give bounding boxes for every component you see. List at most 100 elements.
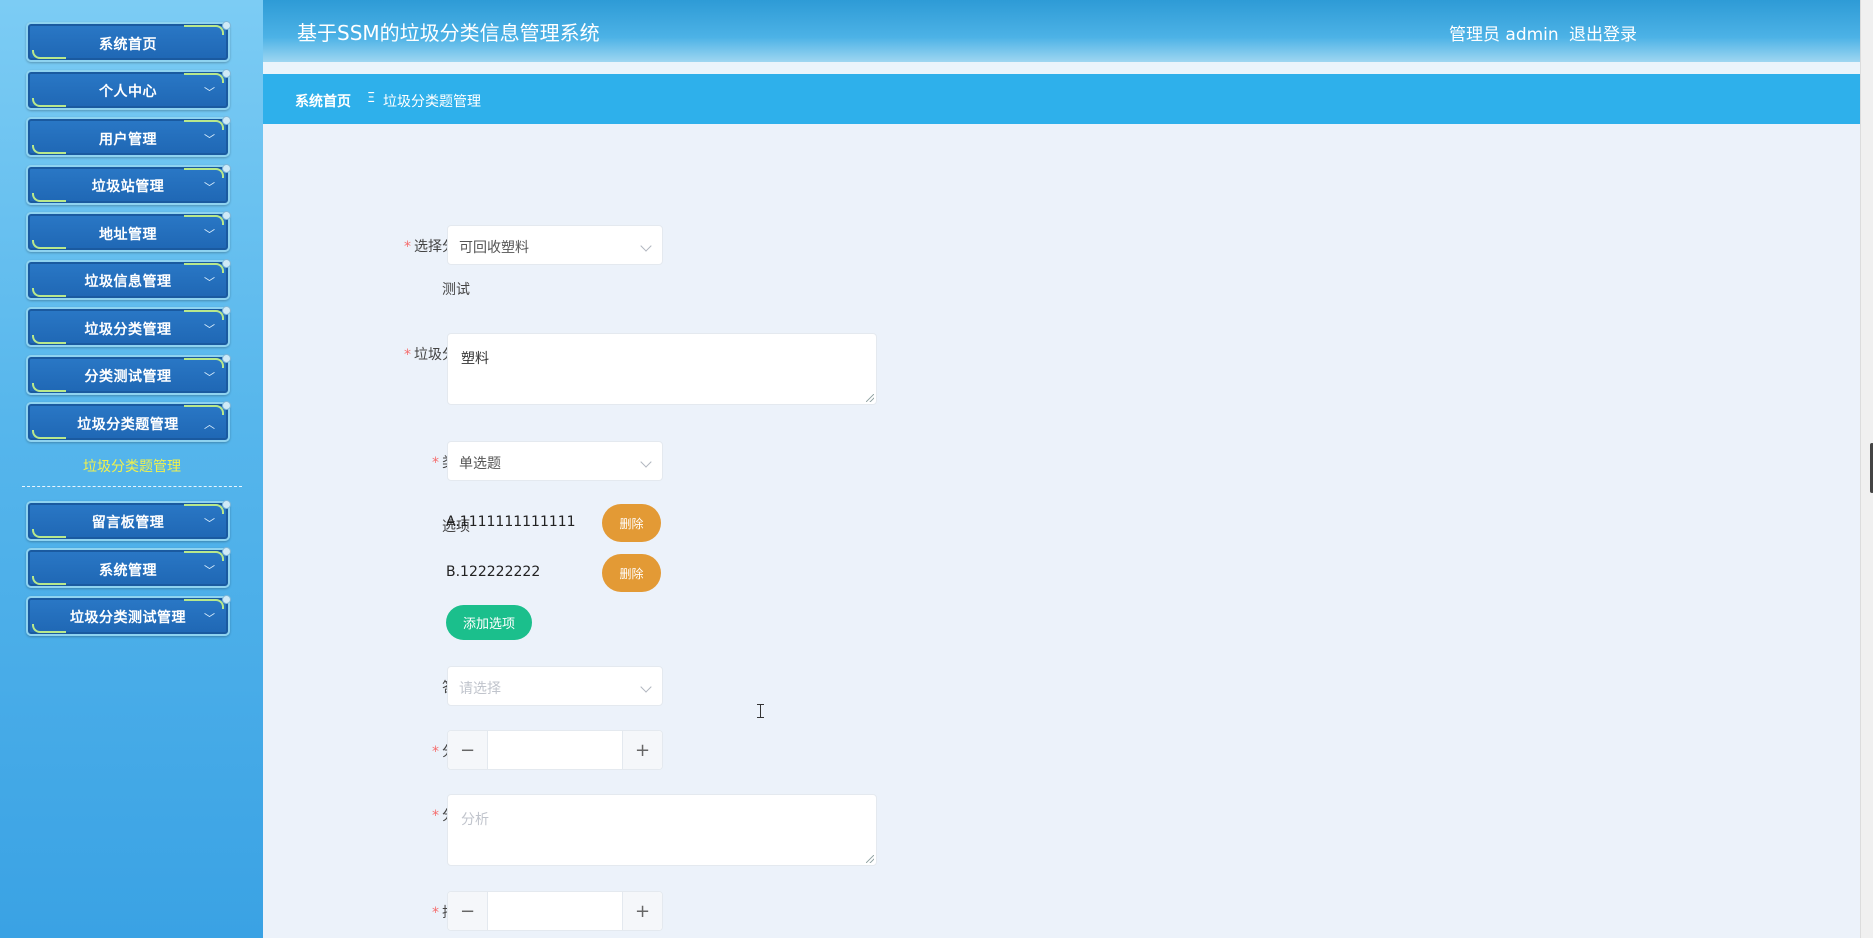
type-select[interactable]: 单选题 (447, 441, 663, 481)
sidebar-item-home[interactable]: 系统首页 (26, 21, 231, 62)
category-label-line2: 测试 (442, 282, 470, 298)
logout-link[interactable]: 退出登录 (1569, 20, 1637, 45)
sidebar-item-categories[interactable]: ﹀ 垃圾分类管理 (26, 306, 231, 347)
sidebar-item-label: 垃圾分类管理 (84, 321, 172, 338)
required-mark: * (432, 905, 439, 921)
chevron-down-icon: ﹀ (204, 133, 215, 146)
chevron-down-icon: ﹀ (204, 564, 215, 577)
text-cursor-icon (757, 704, 768, 718)
ornament-icon (32, 430, 66, 439)
ornament-icon (184, 262, 224, 273)
ornament-icon (184, 503, 224, 514)
sidebar-item-questions[interactable]: ︿ 垃圾分类题管理 (26, 401, 231, 442)
ornament-icon (184, 405, 224, 415)
order-input[interactable] (489, 892, 621, 930)
sidebar-menu: 系统首页 ﹀ 个人中心 ﹀ 用户管理 ﹀ 垃圾站管理 ﹀ 地址管理 ﹀ 垃圾信息管理 ﹀ 垃… (22, 21, 242, 643)
user-label: 管理员 admin (1449, 25, 1559, 45)
chevron-down-icon: ﹀ (204, 516, 215, 530)
ornament-icon (32, 50, 66, 59)
chevron-down-icon (640, 240, 652, 252)
score-increment-button[interactable]: + (622, 731, 662, 769)
score-decrement-button[interactable]: − (448, 731, 488, 769)
required-mark: * (432, 808, 439, 824)
breadcrumb: 系统首页 Ξ 垃圾分类题管理 (263, 74, 1860, 124)
sidebar: 系统首页 ﹀ 个人中心 ﹀ 用户管理 ﹀ 垃圾站管理 ﹀ 地址管理 ﹀ 垃圾信息管理 ﹀ 垃… (0, 0, 263, 938)
ornament-dot-icon (222, 306, 231, 315)
breadcrumb-current: 垃圾分类题管理 (383, 94, 481, 110)
ornament-dot-icon (222, 116, 231, 125)
resize-handle-icon[interactable] (866, 394, 874, 402)
sidebar-item-tests[interactable]: ﹀ 分类测试管理 (26, 353, 231, 395)
ornament-icon (32, 97, 66, 107)
breadcrumb-home-link[interactable]: 系统首页 (295, 91, 351, 111)
sidebar-item-addresses[interactable]: ﹀ 地址管理 (26, 211, 231, 252)
answer-select[interactable]: 请选择 (447, 666, 663, 706)
ornament-dot-icon (222, 547, 231, 556)
ornament-icon (32, 192, 66, 202)
sidebar-item-label: 个人中心 (99, 84, 157, 100)
sidebar-item-label: 分类测试管理 (84, 369, 172, 385)
sidebar-item-test-management[interactable]: ﹀ 垃圾分类测试管理 (26, 594, 231, 636)
ornament-icon (32, 287, 66, 297)
sidebar-item-label: 垃圾站管理 (91, 179, 165, 195)
score-input[interactable] (489, 731, 621, 769)
delete-option-button[interactable]: 删除 (602, 504, 661, 542)
chevron-down-icon: ﹀ (204, 323, 215, 336)
option-text: A.1111111111111 (446, 514, 576, 530)
sidebar-item-users[interactable]: ﹀ 用户管理 (26, 116, 231, 157)
sidebar-item-label: 系统首页 (99, 36, 157, 53)
sidebar-item-system[interactable]: ﹀ 系统管理 (26, 547, 231, 588)
ornament-icon (184, 551, 224, 561)
ornament-dot-icon (222, 499, 231, 509)
ornament-dot-icon (222, 68, 231, 78)
ornament-icon (32, 240, 66, 249)
chevron-down-icon: ﹀ (204, 180, 215, 194)
breadcrumb-separator-icon: Ξ (367, 91, 376, 106)
sidebar-item-label: 垃圾分类测试管理 (70, 610, 186, 626)
sidebar-item-profile[interactable]: ﹀ 个人中心 (26, 68, 231, 110)
sidebar-submenu: 垃圾分类题管理 (22, 450, 242, 487)
resize-handle-icon[interactable] (866, 855, 874, 863)
delete-option-button[interactable]: 删除 (602, 554, 661, 592)
option-text: B.122222222 (446, 564, 541, 580)
order-increment-button[interactable]: + (622, 892, 662, 930)
sidebar-subitem-questions[interactable]: 垃圾分类题管理 (83, 459, 181, 475)
ornament-icon (184, 598, 224, 609)
required-mark: * (432, 455, 439, 471)
ornament-icon (32, 623, 66, 633)
ornament-icon (184, 357, 224, 368)
order-decrement-button[interactable]: − (448, 892, 488, 930)
header-divider (263, 62, 1860, 74)
question-form: *选择分类 测试 可回收塑料 *垃圾分类 题 塑料 *类型 单选题 选项 A.1… (263, 124, 1860, 938)
ornament-dot-icon (222, 594, 231, 604)
page-scrollbar[interactable] (1860, 0, 1873, 938)
type-select-value: 单选题 (459, 456, 501, 472)
question-textarea[interactable]: 塑料 (447, 333, 877, 405)
analysis-textarea[interactable]: 分析 (447, 794, 877, 866)
ornament-dot-icon (222, 21, 231, 30)
chevron-down-icon (640, 456, 652, 468)
ornament-icon (32, 528, 66, 538)
chevron-up-icon: ︿ (204, 418, 215, 431)
top-header: 基于SSM的垃圾分类信息管理系统 管理员 admin 退出登录 (263, 0, 1860, 62)
ornament-icon (32, 335, 66, 344)
sidebar-item-garbage-info[interactable]: ﹀ 垃圾信息管理 (26, 258, 231, 300)
add-option-button[interactable]: 添加选项 (446, 605, 532, 640)
chevron-down-icon: ﹀ (204, 370, 215, 384)
ornament-icon (32, 145, 66, 154)
analysis-textarea-placeholder: 分析 (461, 812, 489, 828)
sidebar-item-stations[interactable]: ﹀ 垃圾站管理 (26, 163, 231, 205)
category-select[interactable]: 可回收塑料 (447, 225, 663, 265)
sidebar-item-messages[interactable]: ﹀ 留言板管理 (26, 499, 231, 541)
order-stepper: − + (447, 891, 663, 931)
answer-select-placeholder: 请选择 (459, 681, 501, 697)
sidebar-item-label: 留言板管理 (91, 515, 165, 531)
ornament-dot-icon (222, 211, 231, 220)
chevron-down-icon: ﹀ (204, 85, 215, 99)
ornament-icon (184, 167, 224, 178)
ornament-icon (184, 310, 224, 320)
chevron-down-icon: ﹀ (204, 228, 215, 241)
sidebar-item-label: 垃圾信息管理 (84, 274, 172, 290)
category-select-value: 可回收塑料 (459, 240, 529, 256)
ornament-dot-icon (222, 258, 231, 268)
